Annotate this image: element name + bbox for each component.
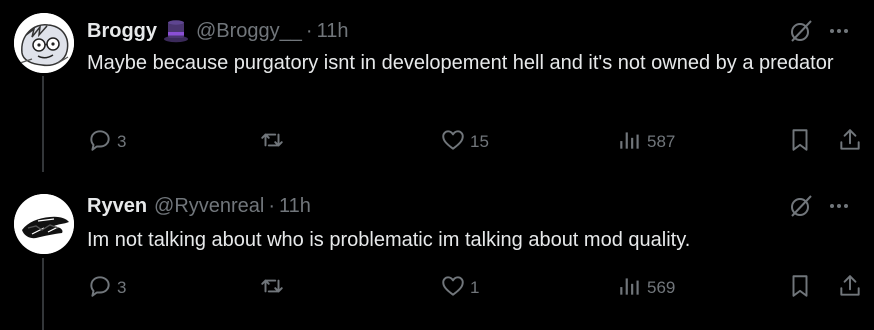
like-count: 1 — [470, 278, 480, 297]
reply-button[interactable]: 3 — [87, 127, 126, 157]
tweet-actions: 3 15 587 — [87, 127, 867, 157]
grok-icon[interactable] — [788, 193, 814, 219]
reply-count: 3 — [117, 278, 127, 297]
tweet-actions: 3 1 569 — [87, 273, 867, 303]
separator-dot: · — [305, 19, 313, 42]
tweet[interactable]: Ryven @Ryvenreal · 11h Im not talking ab… — [0, 172, 874, 330]
bookmark-button[interactable] — [787, 273, 813, 303]
reply-button[interactable]: 3 — [87, 273, 126, 303]
tweet-text: Maybe because purgatory isnt in develope… — [87, 52, 834, 74]
thread-line — [42, 76, 44, 172]
user-handle[interactable]: @Ryvenreal — [154, 195, 264, 218]
separator-dot: · — [268, 194, 276, 217]
tweet[interactable]: Broggy @Broggy__ · 11h Maybe because pur… — [0, 0, 874, 172]
view-count: 569 — [647, 278, 676, 297]
views-icon — [617, 127, 643, 158]
reply-icon — [87, 127, 113, 158]
more-icon[interactable] — [828, 195, 850, 217]
repost-icon — [259, 273, 285, 304]
repost-button[interactable] — [259, 127, 289, 157]
views-icon — [617, 273, 643, 304]
top-hat-icon — [163, 19, 189, 43]
avatar[interactable] — [14, 194, 74, 254]
more-icon[interactable] — [828, 20, 850, 42]
tweet-header: Ryven @Ryvenreal · 11h — [87, 193, 860, 219]
share-button[interactable] — [837, 127, 863, 157]
like-button[interactable]: 15 — [440, 127, 489, 157]
thread-line — [42, 258, 44, 330]
grok-icon[interactable] — [788, 18, 814, 44]
share-icon — [837, 273, 863, 304]
reply-icon — [87, 273, 113, 304]
tweet-text: Im not talking about who is problematic … — [87, 229, 691, 251]
like-icon — [440, 273, 466, 304]
repost-icon — [259, 127, 285, 158]
display-name[interactable]: Ryven — [87, 195, 147, 218]
tweet-header: Broggy @Broggy__ · 11h — [87, 18, 860, 44]
share-icon — [837, 127, 863, 158]
like-count: 15 — [470, 132, 489, 151]
repost-button[interactable] — [259, 273, 289, 303]
bookmark-icon — [787, 273, 813, 304]
avatar[interactable] — [14, 13, 74, 73]
like-icon — [440, 127, 466, 158]
bookmark-icon — [787, 127, 813, 158]
views-button[interactable]: 587 — [617, 127, 675, 157]
views-button[interactable]: 569 — [617, 273, 675, 303]
timestamp[interactable]: 11h — [279, 195, 311, 218]
timestamp[interactable]: 11h — [317, 20, 349, 43]
like-button[interactable]: 1 — [440, 273, 479, 303]
view-count: 587 — [647, 132, 676, 151]
bookmark-button[interactable] — [787, 127, 813, 157]
user-handle[interactable]: @Broggy__ — [196, 20, 302, 43]
display-name[interactable]: Broggy — [87, 20, 157, 43]
reply-count: 3 — [117, 132, 127, 151]
share-button[interactable] — [837, 273, 863, 303]
